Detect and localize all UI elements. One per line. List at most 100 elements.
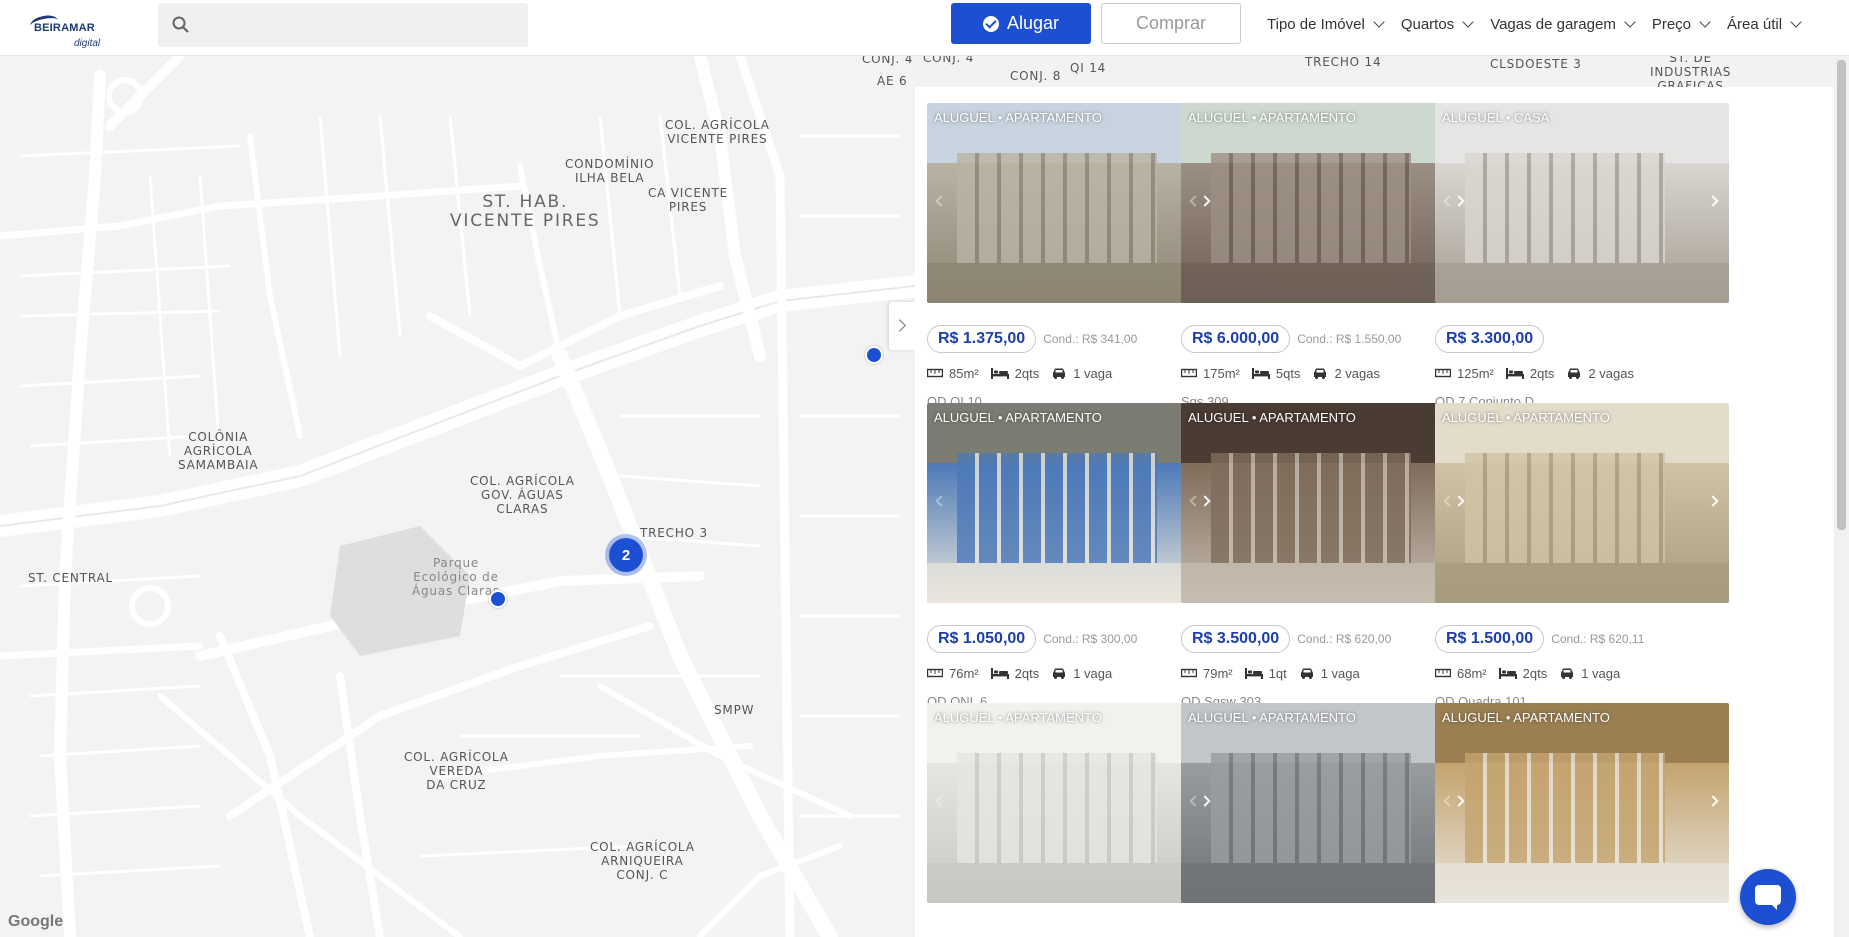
listing-photo[interactable]: ALUGUEL • APARTAMENTO xyxy=(1435,703,1729,903)
buy-button[interactable]: Comprar xyxy=(1101,3,1241,44)
filter-price[interactable]: Preço xyxy=(1652,16,1711,33)
chevron-left-icon[interactable] xyxy=(1189,795,1201,807)
chat-button[interactable] xyxy=(1740,869,1796,925)
feature-rooms: 2qts xyxy=(990,666,1039,681)
chevron-down-icon xyxy=(1699,16,1711,28)
feature-rooms-value: 1qt xyxy=(1268,665,1287,681)
chevron-left-icon[interactable] xyxy=(935,195,947,207)
chevron-left-icon[interactable] xyxy=(1189,195,1201,207)
feature-area-value: 79m² xyxy=(1203,665,1233,681)
feature-area: 79m² xyxy=(1181,666,1233,681)
rent-label: Alugar xyxy=(1006,13,1060,33)
price-row: R$ 1.500,00 Cond.: R$ 620,11 xyxy=(1435,625,1729,653)
listing-photo[interactable]: ALUGUEL • APARTAMENTO xyxy=(927,703,1221,903)
filter-property-type[interactable]: Tipo de Imóvel xyxy=(1267,15,1385,33)
rent-button[interactable]: Alugar xyxy=(951,3,1091,44)
listing-card[interactable]: ALUGUEL • APARTAMENTO R$ 3.500,00 Cond.:… xyxy=(1181,403,1475,709)
map-label: CA VICENTE PIRES xyxy=(648,186,728,214)
listing-card[interactable]: ALUGUEL • APARTAMENTO R$ 1.500,00 Cond.:… xyxy=(1435,403,1729,709)
filter-label: Área útil xyxy=(1727,15,1783,33)
top-header: BEIRAMAR digital Alugar Comprar Tipo de … xyxy=(0,0,1849,56)
collapse-panel-toggle[interactable] xyxy=(889,302,915,350)
listing-card[interactable]: ALUGUEL • APARTAMENTO R$ 1.375,00 Cond.:… xyxy=(927,103,1221,409)
listing-photo[interactable]: ALUGUEL • APARTAMENTO xyxy=(1181,703,1475,903)
feature-parking-value: 1 vaga xyxy=(1581,665,1621,681)
filter-area[interactable]: Área útil xyxy=(1727,15,1802,33)
map-streets xyxy=(0,56,915,937)
map-view[interactable]: ST. HAB. VICENTE PIRES COL. AGRÍCOLA VIC… xyxy=(0,56,915,937)
listing-card[interactable]: ALUGUEL • APARTAMENTO xyxy=(1435,703,1729,903)
listing-tag: ALUGUEL • APARTAMENTO xyxy=(1442,410,1610,425)
chevron-left-icon[interactable] xyxy=(935,795,947,807)
scrollbar-thumb[interactable] xyxy=(1837,60,1846,530)
listing-card[interactable]: ALUGUEL • APARTAMENTO xyxy=(927,703,1221,903)
feature-rooms: 5qts xyxy=(1251,366,1300,381)
map-label: CONJ. 4 xyxy=(862,56,914,66)
feature-parking-value: 1 vaga xyxy=(1320,665,1360,681)
listing-condo-fee: Cond.: R$ 620,11 xyxy=(1551,632,1645,646)
chevron-left-icon[interactable] xyxy=(1443,495,1455,507)
listing-photo[interactable]: ALUGUEL • APARTAMENTO xyxy=(927,103,1221,303)
chevron-right-icon[interactable] xyxy=(1707,795,1719,807)
chevron-down-icon xyxy=(1462,16,1474,28)
feature-area: 85m² xyxy=(927,366,979,381)
listing-price: R$ 1.050,00 xyxy=(927,625,1037,653)
listing-tag: ALUGUEL • APARTAMENTO xyxy=(1442,710,1610,725)
ruler-icon xyxy=(1181,368,1197,378)
filter-parking[interactable]: Vagas de garagem xyxy=(1490,16,1636,33)
listing-tag: ALUGUEL • APARTAMENTO xyxy=(934,110,1102,125)
features-row: 125m² 2qts 2 vagas xyxy=(1435,364,1729,382)
listing-card[interactable]: ALUGUEL • APARTAMENTO R$ 6.000,00 Cond.:… xyxy=(1181,103,1475,409)
listing-photo[interactable]: ALUGUEL • APARTAMENTO xyxy=(1181,103,1475,303)
map-label: CLSDOESTE 3 xyxy=(1490,57,1582,71)
map-marker[interactable] xyxy=(865,346,883,364)
listing-card[interactable]: ALUGUEL • APARTAMENTO R$ 1.050,00 Cond.:… xyxy=(927,403,1221,709)
listing-tag: ALUGUEL • APARTAMENTO xyxy=(1188,410,1356,425)
features-row: 175m² 5qts 2 vagas xyxy=(1181,364,1475,382)
car-icon xyxy=(1053,368,1066,379)
feature-rooms: 2qts xyxy=(1498,666,1547,681)
car-icon xyxy=(1053,668,1066,679)
map-cluster[interactable]: 2 xyxy=(605,534,647,576)
chevron-left-icon[interactable] xyxy=(1443,195,1455,207)
feature-parking: 1 vaga xyxy=(1559,666,1620,681)
map-label: COL. AGRÍCOLA VEREDA DA CRUZ xyxy=(404,750,509,792)
search-box[interactable] xyxy=(158,3,528,47)
chevron-left-icon[interactable] xyxy=(935,495,947,507)
listing-card[interactable]: ALUGUEL • CASA R$ 3.300,00 125m² 2qts 2 … xyxy=(1435,103,1729,409)
feature-area: 125m² xyxy=(1435,366,1494,381)
search-input[interactable] xyxy=(202,9,512,41)
listing-photo[interactable]: ALUGUEL • APARTAMENTO xyxy=(1181,403,1475,603)
feature-parking: 1 vaga xyxy=(1051,366,1112,381)
map-label: COLÔNIA AGRÍCOLA SAMAMBAIA xyxy=(178,430,259,472)
ruler-icon xyxy=(1181,668,1197,678)
chevron-left-icon[interactable] xyxy=(1189,495,1201,507)
filter-rooms[interactable]: Quartos xyxy=(1401,16,1474,33)
filter-label: Tipo de Imóvel xyxy=(1267,15,1365,33)
feature-area: 76m² xyxy=(927,666,979,681)
feature-area-value: 68m² xyxy=(1457,665,1487,681)
chat-bubble-icon xyxy=(1755,885,1781,905)
map-marker[interactable] xyxy=(489,590,507,608)
map-label: SMPW xyxy=(714,703,755,717)
chevron-right-icon[interactable] xyxy=(1707,495,1719,507)
feature-parking: 1 vaga xyxy=(1299,666,1360,681)
site-logo[interactable]: BEIRAMAR digital xyxy=(26,12,116,49)
listing-photo[interactable]: ALUGUEL • APARTAMENTO xyxy=(1435,403,1729,603)
listing-price: R$ 3.300,00 xyxy=(1435,325,1545,353)
features-row: 85m² 2qts 1 vaga xyxy=(927,364,1221,382)
bed-icon xyxy=(1251,368,1270,379)
chevron-right-icon[interactable] xyxy=(1707,195,1719,207)
chevron-left-icon[interactable] xyxy=(1443,795,1455,807)
listing-photo[interactable]: ALUGUEL • APARTAMENTO xyxy=(927,403,1221,603)
features-row: 68m² 2qts 1 vaga xyxy=(1435,664,1729,682)
price-row: R$ 1.375,00 Cond.: R$ 341,00 xyxy=(927,325,1221,353)
car-icon xyxy=(1561,668,1574,679)
page-scrollbar[interactable] xyxy=(1834,56,1849,937)
search-icon xyxy=(172,16,189,33)
feature-parking-value: 2 vagas xyxy=(1588,365,1634,381)
listing-card[interactable]: ALUGUEL • APARTAMENTO xyxy=(1181,703,1475,903)
listing-tag: ALUGUEL • APARTAMENTO xyxy=(934,710,1102,725)
listing-photo[interactable]: ALUGUEL • CASA xyxy=(1435,103,1729,303)
map-label: CONDOMÍNIO ILHA BELA xyxy=(565,157,655,185)
